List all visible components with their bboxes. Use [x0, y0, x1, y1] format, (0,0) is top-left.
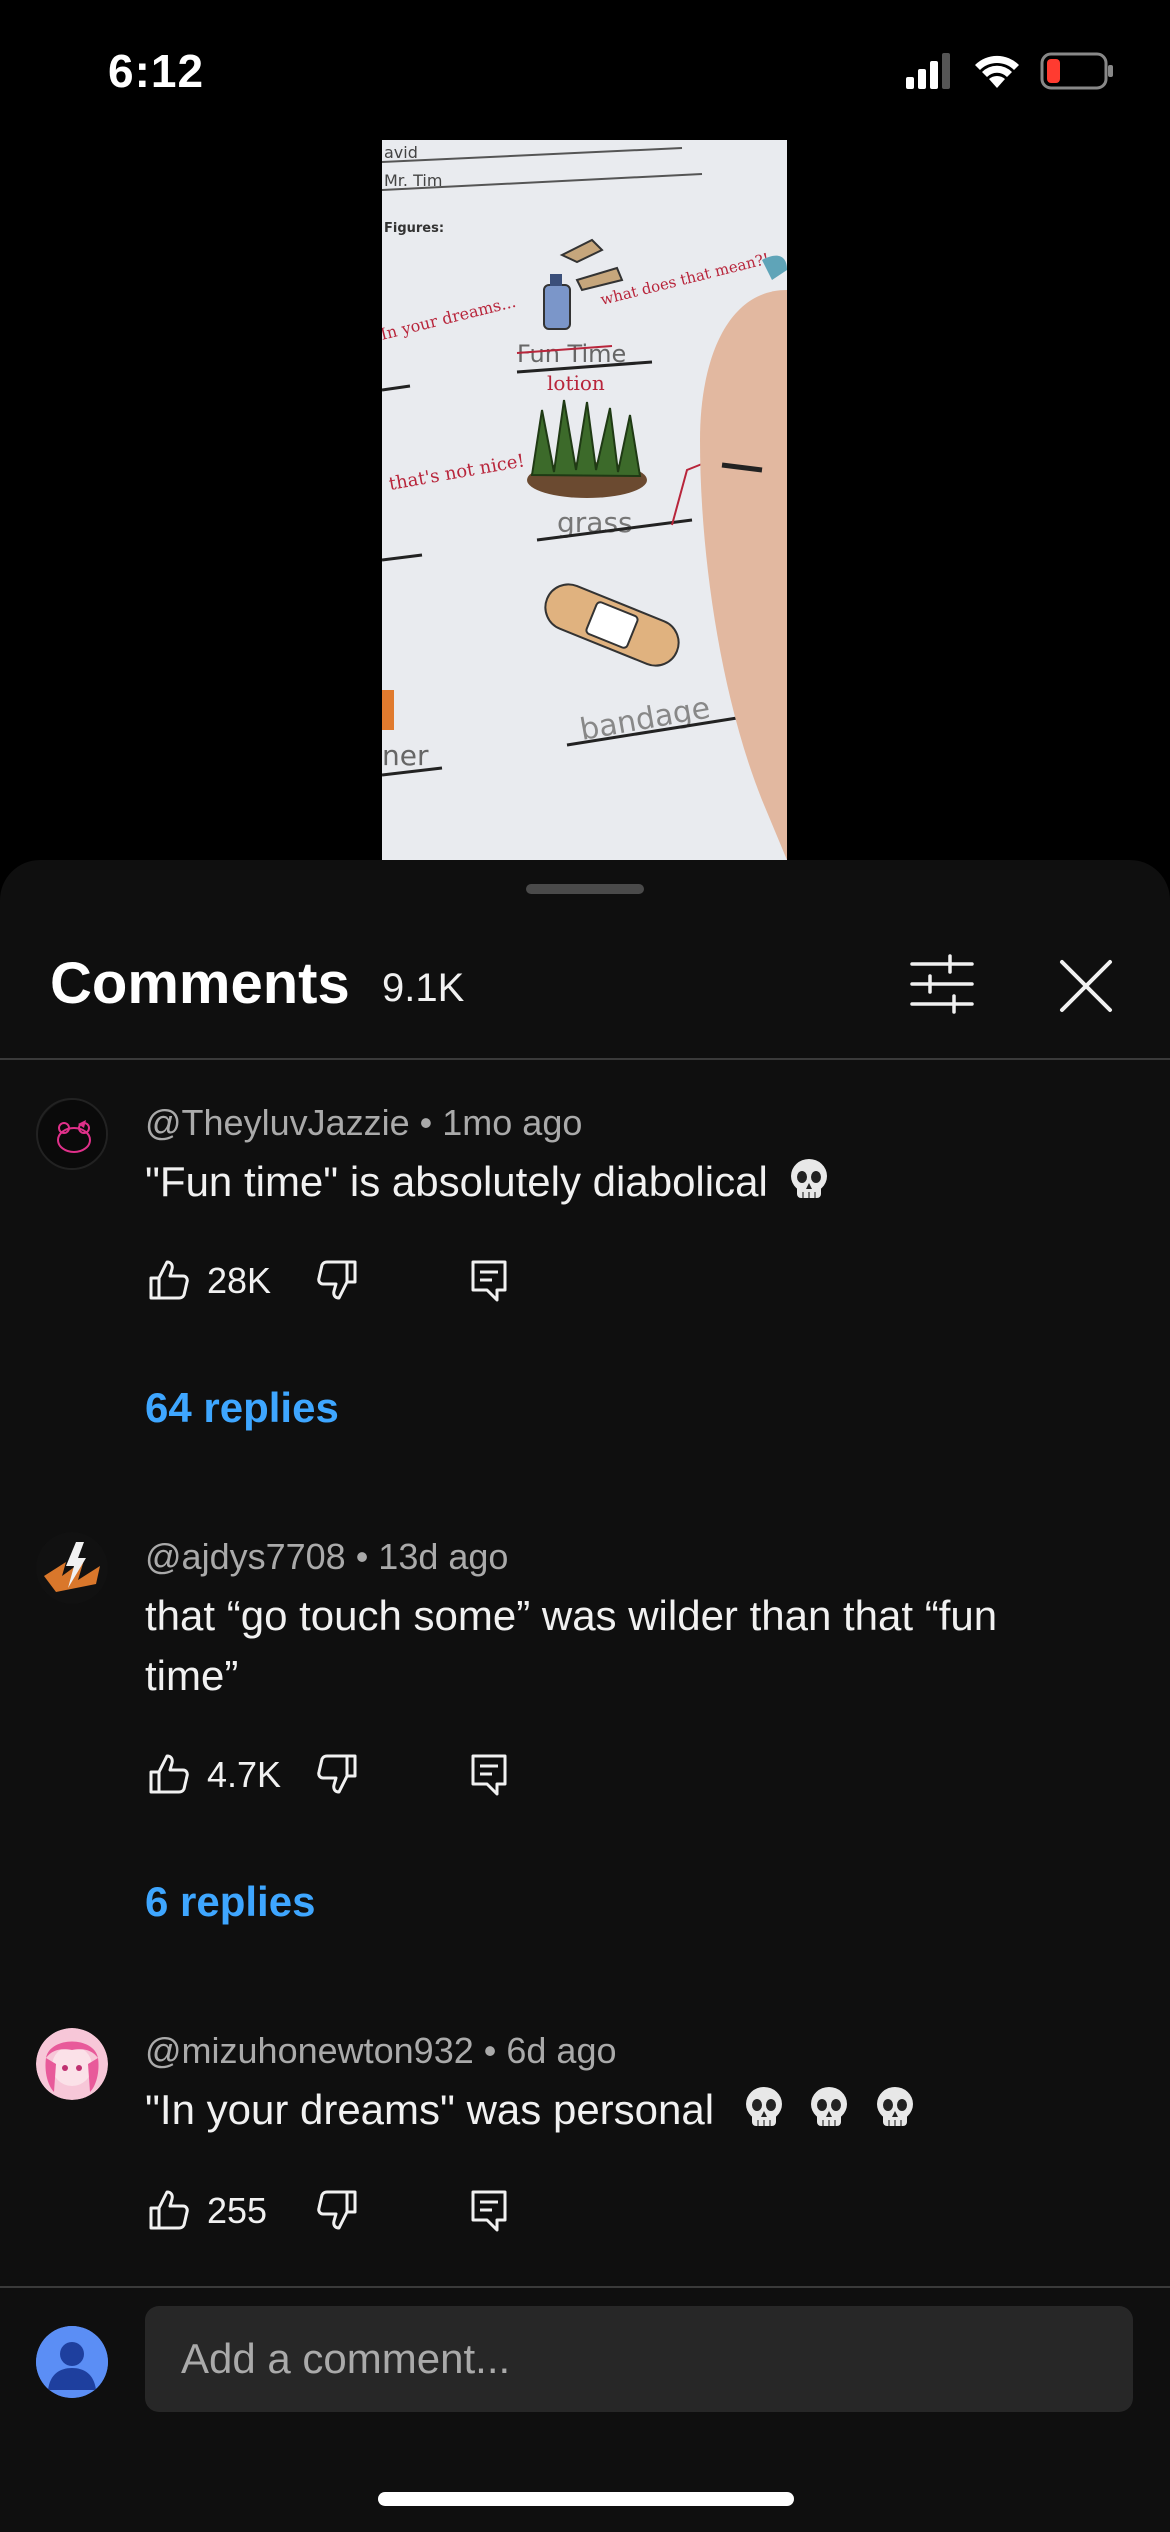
- status-bar: 6:12: [0, 0, 1170, 140]
- thumbs-up-icon[interactable]: [145, 2186, 193, 2234]
- home-indicator[interactable]: [378, 2492, 794, 2506]
- video-frame: avid Mr. Tim Figures: what does that mea…: [382, 140, 787, 860]
- skull-emoji-icon: [791, 1159, 828, 1198]
- comment-input-bar: [0, 2286, 1170, 2532]
- thumbs-down-icon[interactable]: [313, 1750, 361, 1798]
- user-placeholder-icon: [36, 2326, 108, 2398]
- comment-time: 6d ago: [506, 2030, 617, 2071]
- skull-emoji-icon: [745, 2087, 782, 2126]
- comment-meta: @TheyluvJazzie • 1mo ago: [145, 1102, 582, 1144]
- comments-title: Comments: [50, 951, 350, 1016]
- sheet-word-crossed: Fun Time: [517, 340, 626, 368]
- battery-low-icon: [1040, 52, 1113, 90]
- comment-author[interactable]: @TheyluvJazzie: [145, 1102, 410, 1143]
- sheet-name-bottom: Mr. Tim: [384, 171, 442, 190]
- comment-text: "In your dreams" was personal: [145, 2086, 715, 2133]
- comment-time: 13d ago: [378, 1536, 509, 1577]
- comment-meta: @mizuhonewton932 • 6d ago: [145, 2030, 616, 2072]
- wifi-icon: [975, 55, 1019, 88]
- sheet-name-top: avid: [384, 143, 418, 162]
- like-count: 4.7K: [207, 1754, 282, 1795]
- comment-text-block: "In your dreams" was personal: [145, 2080, 1085, 2140]
- meta-separator: •: [483, 2030, 507, 2071]
- comment-author[interactable]: @ajdys7708: [145, 1536, 346, 1577]
- avatar[interactable]: [36, 1098, 108, 1170]
- sheet-section: Figures:: [384, 221, 444, 236]
- add-comment-input[interactable]: [145, 2306, 1133, 2412]
- drag-handle[interactable]: [526, 884, 644, 894]
- avatar[interactable]: [36, 2028, 108, 2100]
- comment-text: "Fun time" is absolutely diabolical: [145, 1158, 768, 1205]
- comment-actions: 4.7K: [145, 1744, 565, 1804]
- reply-comment-icon[interactable]: [465, 1256, 513, 1304]
- sheet-word-partial: ner: [382, 739, 429, 772]
- sheet-word-lotion: lotion: [547, 371, 605, 395]
- like-count: 28K: [207, 1260, 272, 1301]
- thumbs-down-icon[interactable]: [313, 1256, 361, 1304]
- status-time: 6:12: [108, 45, 205, 97]
- skull-emoji-icon: [811, 2087, 848, 2126]
- comment-text-block: that “go touch some” was wilder than tha…: [145, 1586, 1085, 1706]
- close-icon[interactable]: [1050, 950, 1122, 1022]
- sliders-icon[interactable]: [906, 948, 978, 1020]
- comments-count: 9.1K: [382, 966, 465, 1010]
- status-icons: [906, 52, 1114, 90]
- reply-comment-icon[interactable]: [465, 1750, 513, 1798]
- skull-emoji-icon: [877, 2087, 914, 2126]
- avatar[interactable]: [36, 1532, 108, 1604]
- meta-separator: •: [419, 1102, 443, 1143]
- thumbs-down-icon[interactable]: [313, 2186, 361, 2234]
- video-player[interactable]: avid Mr. Tim Figures: what does that mea…: [0, 140, 1170, 860]
- meta-separator: •: [355, 1536, 379, 1577]
- like-count: 255: [207, 2190, 268, 2231]
- worksheet-image: avid Mr. Tim Figures: what does that mea…: [382, 140, 787, 860]
- thumbs-up-icon[interactable]: [145, 1750, 193, 1798]
- header-divider: [0, 1058, 1170, 1060]
- comment-time: 1mo ago: [442, 1102, 583, 1143]
- reply-comment-icon[interactable]: [465, 2186, 513, 2234]
- comment-author[interactable]: @mizuhonewton932: [145, 2030, 474, 2071]
- comment-actions: 255: [145, 2180, 565, 2240]
- signal-icon: [906, 53, 950, 89]
- comment-text: that “go touch some” was wilder than tha…: [145, 1592, 998, 1699]
- replies-link[interactable]: 6 replies: [145, 1878, 315, 1926]
- user-avatar: [36, 2326, 108, 2398]
- comment-text-block: "Fun time" is absolutely diabolical: [145, 1152, 1085, 1212]
- comment-actions: 28K: [145, 1250, 565, 1310]
- comment-meta: @ajdys7708 • 13d ago: [145, 1536, 508, 1578]
- replies-link[interactable]: 64 replies: [145, 1384, 339, 1432]
- thumbs-up-icon[interactable]: [145, 1256, 193, 1304]
